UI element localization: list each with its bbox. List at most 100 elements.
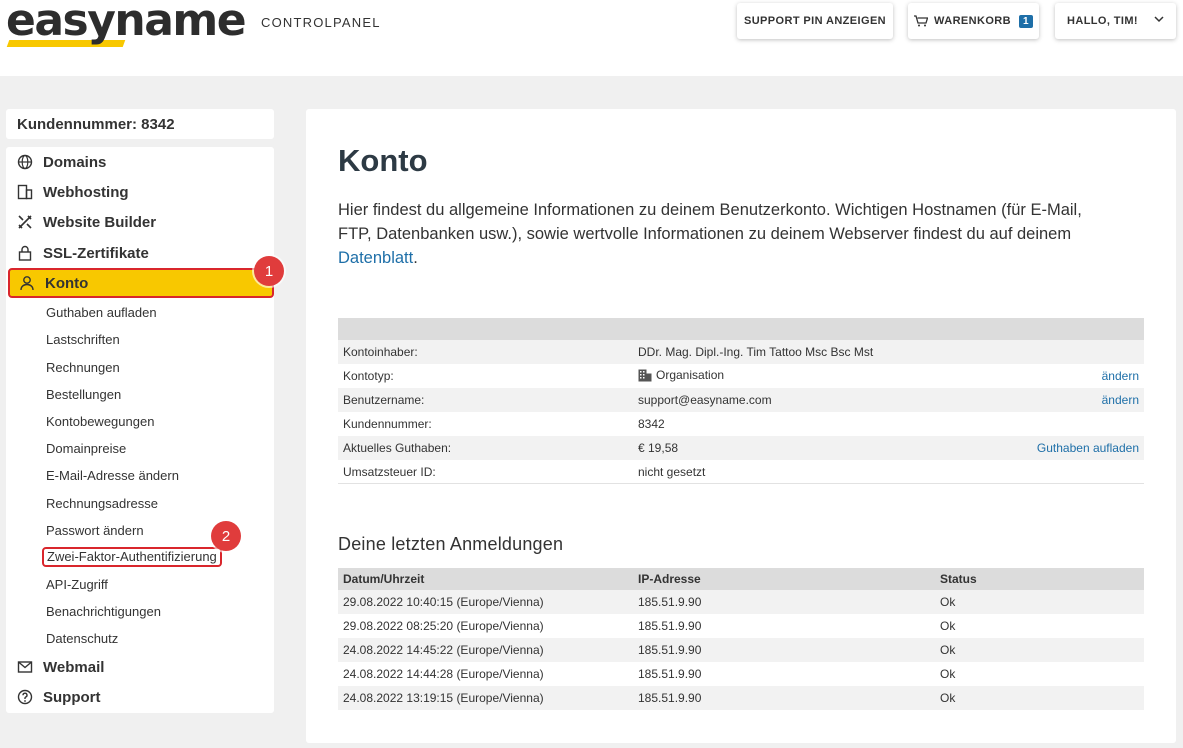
- sidebar-item-label: Support: [43, 688, 101, 706]
- sidebar-item-domains[interactable]: Domains: [6, 147, 274, 177]
- table-row: Benutzername: support@easyname.com änder…: [338, 388, 1144, 412]
- cart-icon: [914, 15, 929, 27]
- row-value: 8342: [638, 417, 665, 431]
- sidebar: Domains Webhosting Website Builder SSL-Z…: [6, 147, 274, 713]
- row-value-wrap: Organisation: [638, 368, 724, 382]
- user-greeting: HALLO, TIM!: [1067, 15, 1138, 27]
- globe-icon: [17, 154, 33, 170]
- login-ip: 185.51.9.90: [638, 619, 702, 633]
- table-row: Kontotyp: Organisation ändern: [338, 364, 1144, 388]
- logins-table: Datum/Uhrzeit IP-Adresse Status 29.08.20…: [338, 568, 1144, 710]
- row-label: Kundennummer:: [343, 417, 432, 431]
- account-info-table: Kontoinhaber: DDr. Mag. Dipl.-Ing. Tim T…: [338, 318, 1144, 484]
- table-row: 29.08.2022 10:40:15 (Europe/Vienna) 185.…: [338, 590, 1144, 614]
- sidebar-sub-email-aendern[interactable]: E-Mail-Adresse ändern: [46, 468, 179, 484]
- row-value: support@easyname.com: [638, 393, 772, 407]
- support-pin-button[interactable]: SUPPORT PIN ANZEIGEN: [737, 3, 893, 39]
- section-label: CONTROLPANEL: [261, 15, 381, 30]
- row-value: DDr. Mag. Dipl.-Ing. Tim Tattoo Msc Bsc …: [638, 345, 874, 359]
- user-menu-button[interactable]: HALLO, TIM!: [1055, 3, 1176, 39]
- mail-icon: [17, 661, 33, 673]
- datenblatt-link[interactable]: Datenblatt: [338, 249, 413, 267]
- sidebar-item-webhosting[interactable]: Webhosting: [6, 177, 274, 207]
- login-status: Ok: [940, 643, 956, 657]
- sidebar-sub-benachrichtigungen[interactable]: Benachrichtigungen: [46, 604, 161, 620]
- user-icon: [20, 276, 34, 291]
- main-panel: Konto Hier findest du allgemeine Informa…: [306, 109, 1176, 743]
- logo-text: easyname: [6, 0, 247, 46]
- table-row: 24.08.2022 13:19:15 (Europe/Vienna) 185.…: [338, 686, 1144, 710]
- table-header: Datum/Uhrzeit IP-Adresse Status: [338, 568, 1144, 590]
- login-date: 29.08.2022 10:40:15 (Europe/Vienna): [343, 595, 544, 609]
- login-status: Ok: [940, 595, 956, 609]
- table-header: [338, 318, 1144, 340]
- tools-icon: [18, 215, 32, 229]
- row-value: nicht gesetzt: [638, 465, 706, 479]
- sidebar-item-label: Website Builder: [43, 213, 157, 231]
- column-header: Datum/Uhrzeit: [343, 572, 425, 586]
- login-status: Ok: [940, 691, 956, 705]
- sidebar-item-konto[interactable]: Konto: [8, 268, 274, 298]
- login-date: 24.08.2022 14:44:28 (Europe/Vienna): [343, 667, 544, 681]
- sidebar-sub-rechnungen[interactable]: Rechnungen: [46, 360, 120, 376]
- table-row: Kundennummer: 8342: [338, 412, 1144, 436]
- sidebar-item-webmail[interactable]: Webmail: [6, 652, 274, 682]
- hosting-icon: [17, 184, 33, 200]
- sidebar-sub-domainpreise[interactable]: Domainpreise: [46, 441, 126, 457]
- sidebar-item-label: Webhosting: [43, 183, 129, 201]
- sidebar-item-label: Domains: [43, 153, 107, 171]
- sidebar-sub-lastschriften[interactable]: Lastschriften: [46, 332, 120, 348]
- top-bar: easyname CONTROLPANEL SUPPORT PIN ANZEIG…: [0, 0, 1183, 76]
- sidebar-sub-datenschutz[interactable]: Datenschutz: [46, 631, 118, 647]
- sidebar-sub-api[interactable]: API-Zugriff: [46, 577, 108, 593]
- easyname-logo[interactable]: easyname: [6, 0, 247, 50]
- login-date: 24.08.2022 14:45:22 (Europe/Vienna): [343, 643, 544, 657]
- login-date: 24.08.2022 13:19:15 (Europe/Vienna): [343, 691, 544, 705]
- step-marker-1: 1: [254, 256, 284, 286]
- step-marker-2: 2: [211, 521, 241, 551]
- column-header: Status: [940, 572, 977, 586]
- cart-label: WARENKORB: [934, 15, 1011, 27]
- change-username-link[interactable]: ändern: [1102, 393, 1139, 407]
- change-kontotyp-link[interactable]: ändern: [1102, 369, 1139, 383]
- sidebar-sub-kontobewegungen[interactable]: Kontobewegungen: [46, 414, 154, 430]
- cart-button[interactable]: WARENKORB 1: [908, 3, 1039, 39]
- login-status: Ok: [940, 619, 956, 633]
- page-title: Konto: [338, 143, 428, 178]
- lock-icon: [18, 245, 32, 261]
- login-ip: 185.51.9.90: [638, 595, 702, 609]
- row-label: Kontotyp:: [343, 369, 394, 383]
- login-status: Ok: [940, 667, 956, 681]
- row-label: Aktuelles Guthaben:: [343, 441, 452, 455]
- table-row: Umsatzsteuer ID: nicht gesetzt: [338, 460, 1144, 484]
- sidebar-sub-guthaben[interactable]: Guthaben aufladen: [46, 305, 157, 321]
- login-date: 29.08.2022 08:25:20 (Europe/Vienna): [343, 619, 544, 633]
- chevron-down-icon: [1154, 16, 1164, 23]
- sidebar-item-website-builder[interactable]: Website Builder: [6, 207, 274, 237]
- row-label: Umsatzsteuer ID:: [343, 465, 436, 479]
- sidebar-item-label: Webmail: [43, 658, 105, 676]
- login-ip: 185.51.9.90: [638, 643, 702, 657]
- sidebar-sub-2fa[interactable]: Zwei-Faktor-Authentifizierung: [42, 547, 222, 567]
- top-up-credit-link[interactable]: Guthaben aufladen: [1037, 441, 1139, 455]
- intro-text: Hier findest du allgemeine Informationen…: [338, 198, 1118, 270]
- cart-count-badge: 1: [1018, 14, 1033, 28]
- row-label: Kontoinhaber:: [343, 345, 418, 359]
- logins-title: Deine letzten Anmeldungen: [338, 534, 564, 554]
- sidebar-item-ssl[interactable]: SSL-Zertifikate: [6, 238, 274, 268]
- table-row: 29.08.2022 08:25:20 (Europe/Vienna) 185.…: [338, 614, 1144, 638]
- table-row: 24.08.2022 14:45:22 (Europe/Vienna) 185.…: [338, 638, 1144, 662]
- customer-number: Kundennummer: 8342: [6, 109, 274, 139]
- sidebar-sub-passwort[interactable]: Passwort ändern: [46, 523, 144, 539]
- intro-end: .: [413, 249, 418, 267]
- row-label: Benutzername:: [343, 393, 425, 407]
- table-row: Aktuelles Guthaben: € 19,58 Guthaben auf…: [338, 436, 1144, 460]
- sidebar-item-label: Konto: [45, 274, 89, 292]
- login-ip: 185.51.9.90: [638, 691, 702, 705]
- intro-body: Hier findest du allgemeine Informationen…: [338, 201, 1082, 243]
- sidebar-sub-bestellungen[interactable]: Bestellungen: [46, 387, 121, 403]
- sidebar-sub-rechnungsadresse[interactable]: Rechnungsadresse: [46, 496, 158, 512]
- login-ip: 185.51.9.90: [638, 667, 702, 681]
- row-value: € 19,58: [638, 441, 679, 455]
- sidebar-item-support[interactable]: Support: [6, 682, 274, 712]
